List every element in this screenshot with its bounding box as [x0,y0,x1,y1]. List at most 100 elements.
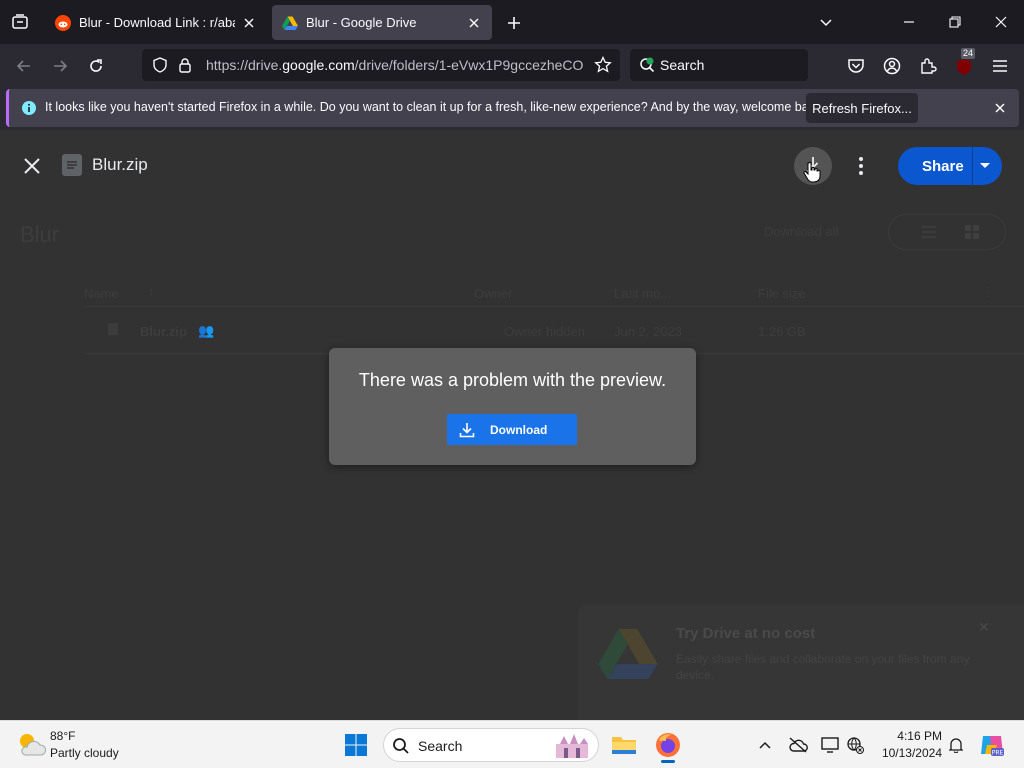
tab-google-drive[interactable]: Blur - Google Drive [272,5,492,40]
star-icon[interactable] [594,56,612,74]
file-row-icon [108,323,118,335]
info-icon [22,101,36,115]
list-all-tabs-button[interactable] [815,11,837,33]
page-content: Blur Download all Name ↑ Owner Last mo..… [0,130,1024,720]
dialog-download-button[interactable]: Download [447,414,577,445]
account-button[interactable] [879,53,905,79]
arrow-left-icon [16,60,30,72]
tab-list-button[interactable] [8,10,32,34]
column-name: Name [84,286,119,301]
ublock-button[interactable]: 24 [951,48,977,79]
close-icon [995,103,1005,113]
preview-error-message: There was a problem with the preview. [358,370,667,390]
cloud-offline-icon [789,737,808,753]
download-icon [459,423,475,438]
puzzle-icon [921,58,937,74]
back-button[interactable] [11,53,37,79]
share-button[interactable]: Share [898,147,1002,185]
reddit-icon [55,14,71,31]
hamburger-menu-icon [993,60,1007,72]
close-icon [24,158,40,174]
reload-button[interactable] [83,53,109,79]
notification-close-button[interactable] [991,99,1009,117]
copilot-icon: PRE [981,736,1004,757]
active-app-indicator [661,760,675,763]
search-engine-icon [640,57,655,73]
extensions-button[interactable] [915,53,941,79]
folder-icon [612,737,636,754]
notifications-button[interactable] [944,729,968,761]
share-label: Share [922,158,964,175]
pocket-icon [848,59,864,73]
reload-icon [90,59,102,72]
restore-button[interactable] [944,11,966,33]
bell-icon [949,738,963,753]
copilot-button[interactable]: PRE [976,729,1008,761]
notification-message: It looks like you haven't started Firefo… [45,100,825,114]
close-icon [469,18,479,27]
show-hidden-icons-button[interactable] [752,729,778,761]
ublock-icon [957,59,971,75]
refresh-firefox-button[interactable]: Refresh Firefox... [806,93,918,123]
taskbar-search[interactable]: Search [383,728,599,762]
arrow-right-icon [54,60,68,72]
start-button[interactable] [340,729,372,761]
plus-icon [508,17,520,29]
monitor-icon [821,737,839,753]
pre-label: PRE [992,750,1004,757]
close-icon [995,16,1007,28]
lock-icon[interactable] [178,57,192,73]
preview-error-dialog: There was a problem with the preview. Do… [329,348,696,465]
display-tray-button[interactable] [816,729,844,761]
refresh-firefox-notification: It looks like you haven't started Firefo… [6,89,1019,127]
firefox-icon [656,733,680,757]
clock-date[interactable]: 10/13/2024 [872,746,942,760]
tab-title: Blur - Download Link : r/abandonware [79,15,235,30]
weather-temperature: 88°F [50,729,76,743]
search-bar[interactable]: Search [630,49,808,81]
forward-button[interactable] [47,53,73,79]
pocket-button[interactable] [843,53,869,79]
download-all-button: Download all [764,224,839,239]
drive-promo-card: Try Drive at no cost Easily share files … [578,605,1024,720]
sort-arrow-up-icon: ↑ [148,284,155,299]
grid-view-icon [965,225,979,239]
window-close-button[interactable] [990,11,1012,33]
google-drive-icon [282,16,298,30]
shield-icon[interactable] [152,57,168,73]
app-menu-button[interactable] [987,53,1013,79]
clock-time[interactable]: 4:16 PM [880,729,942,743]
url-bar[interactable]: https://drive.google.com/drive/folders/1… [142,49,620,81]
minimize-button[interactable] [898,11,920,33]
ublock-badge: 24 [961,48,976,59]
network-tray-button[interactable] [842,729,868,761]
viewer-header: Blur.zip Share [0,130,1024,200]
promo-text: Easily share files and collaborate on yo… [676,652,970,682]
globe-disconnected-icon [847,737,864,754]
firefox-taskbar-button[interactable] [652,729,684,763]
new-tab-button[interactable] [503,12,525,34]
file-type-icon [62,154,82,176]
more-actions-button[interactable] [852,154,870,178]
weather-widget[interactable]: 88°F Partly cloudy [10,725,130,765]
tab-close-button[interactable] [241,15,257,31]
caret-down-icon[interactable] [980,163,990,168]
chevron-up-icon [759,741,771,749]
close-viewer-button[interactable] [20,154,44,178]
url-text[interactable]: https://drive.google.com/drive/folders/1… [206,57,586,73]
onedrive-tray-button[interactable] [784,729,812,761]
file-list-header: Name ↑ Owner Last mo... File size ⋮ [0,278,1024,306]
share-divider [972,147,973,185]
download-button[interactable] [794,147,832,185]
shared-icon: 👥 [198,323,215,338]
search-placeholder: Search [660,57,705,73]
windows-taskbar: 88°F Partly cloudy Search 4:16 PM 10/13/… [0,720,1024,768]
tab-close-button[interactable] [466,15,482,31]
url-prefix: https://drive. [206,57,283,73]
file-row-modified: Jun 2, 2023 [614,324,682,339]
file-explorer-button[interactable] [608,729,640,761]
dialog-download-label: Download [490,423,548,437]
account-icon [883,57,901,75]
minimize-icon [904,21,914,23]
tab-reddit[interactable]: Blur - Download Link : r/abandonware [45,5,267,40]
